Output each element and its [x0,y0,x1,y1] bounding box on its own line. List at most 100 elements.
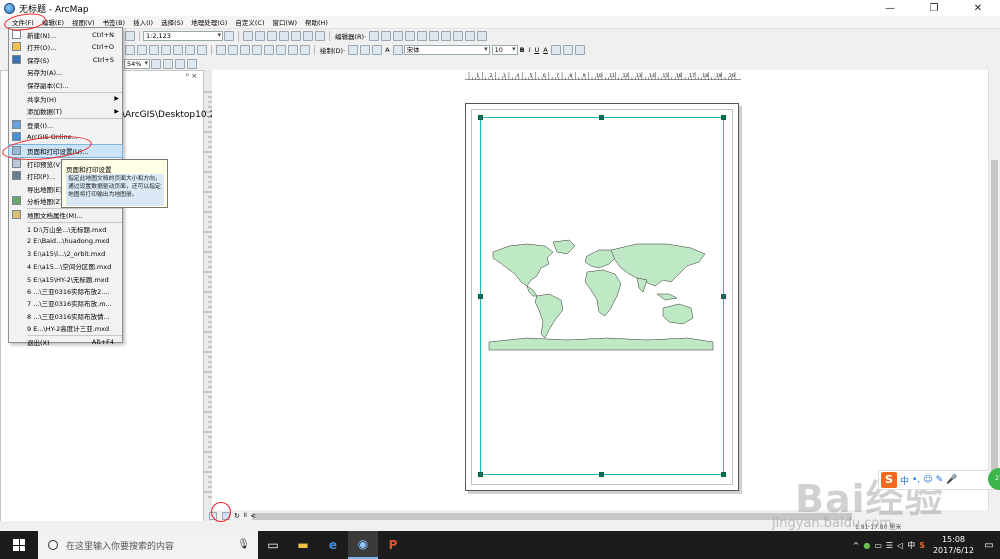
sogou-tray-icon[interactable]: S [919,541,925,550]
file-menu-item[interactable]: 4 E:\a15...\空间分区图.mxd [9,260,122,272]
close-button[interactable]: ✕ [956,0,1000,16]
horizontal-scroll-thumb[interactable] [252,513,852,520]
powerpoint-icon[interactable]: P [378,531,408,559]
file-explorer-icon[interactable]: ▬ [288,531,318,559]
resize-handle-s[interactable] [599,472,604,477]
rectangle-tool-icon[interactable] [372,45,383,55]
model-builder-icon[interactable] [303,31,313,41]
file-menu-item[interactable]: 6 ...\三亚0316实际布放2.... [9,285,122,297]
font-size-combo[interactable]: 10 [491,45,518,55]
refresh-icon[interactable]: ↻ [234,512,240,520]
file-menu-item[interactable]: 退出(X) Alt+F4 [9,336,122,348]
file-menu-item[interactable]: 7 ...\三亚0316实际布放.m... [9,297,122,309]
end-point-arc-icon[interactable] [405,31,416,41]
menu-help[interactable]: 帮助(H) [301,17,332,27]
zoom-whole-page-icon[interactable] [240,45,250,55]
underline-button[interactable]: U [535,46,540,54]
edge-browser-icon[interactable]: e [318,531,348,559]
ime-chinese-mode[interactable]: 中 [900,474,909,487]
input-language[interactable]: 中 [907,540,915,551]
layout-view-icon[interactable] [216,45,226,55]
table-of-contents-icon[interactable] [243,31,253,41]
fixed-zoom-out-icon[interactable] [276,45,286,55]
sketch-tool-icon[interactable] [381,31,392,41]
rotate-element-icon[interactable] [360,45,371,55]
identify-icon[interactable] [137,45,147,55]
fill-color-icon[interactable] [550,45,561,55]
line-color-icon[interactable] [562,45,573,55]
file-menu-item[interactable]: 共享为(H) ▶ [9,93,122,105]
file-menu-item[interactable]: 地图文档属性(M)... [9,209,122,221]
vertical-scrollbar[interactable] [988,70,1000,510]
attributes-icon[interactable] [453,31,464,41]
battery-icon[interactable]: ▭ [874,541,882,550]
ime-emoji-icon[interactable]: ☺ [923,475,932,485]
toggle-draft-mode-icon[interactable] [151,59,161,69]
file-menu-item[interactable]: 添加数据(T) ▶ [9,105,122,117]
minimize-button[interactable]: — [868,0,912,16]
network-icon[interactable]: ☰ [886,541,893,550]
tray-app-icon[interactable]: ● [863,541,870,550]
task-view-icon[interactable]: ▭ [258,531,288,559]
maximize-button[interactable]: ❐ [912,0,956,16]
editor-toolbar-icon[interactable] [224,31,234,41]
menu-selection[interactable]: 选择(S) [157,17,187,27]
select-arrow-icon[interactable] [348,45,359,55]
layout-zoom-combo[interactable]: 54% [124,59,150,69]
editor-menu[interactable]: 编辑器(R)· [335,31,366,41]
ime-voice-icon[interactable]: 🎤 [946,475,957,485]
map-scale-combo[interactable]: 1:2,123 [143,31,223,41]
measure-icon[interactable] [161,45,171,55]
file-menu-item[interactable]: 新建(N)... Ctrl+N [9,29,122,41]
resize-handle-nw[interactable] [478,115,483,120]
menu-customize[interactable]: 自定义(C) [231,17,268,27]
scroll-left-icon[interactable]: < [250,512,256,520]
straight-segment-icon[interactable] [393,31,404,41]
time-slider-icon[interactable] [197,45,207,55]
data-view-icon[interactable] [228,45,238,55]
menu-windows[interactable]: 窗口(W) [269,17,302,27]
add-data-icon[interactable] [125,31,135,41]
edit-tool-icon[interactable] [369,31,380,41]
file-menu-item[interactable]: 3 E:\a15\l...\2_orbit.mxd [9,248,122,260]
next-extent-icon[interactable] [300,45,310,55]
callout-icon[interactable] [392,45,403,55]
menu-insert[interactable]: 插入(I) [129,17,157,27]
taskbar-clock[interactable]: 15:08 2017/6/12 [933,534,974,556]
new-text-tool[interactable]: A [385,46,389,54]
resize-handle-ne[interactable] [721,115,726,120]
resize-handle-sw[interactable] [478,472,483,477]
trace-icon[interactable] [417,31,428,41]
bold-button[interactable]: B [520,46,525,54]
sogou-logo-icon[interactable]: S [881,472,897,488]
create-features-icon[interactable] [477,31,488,41]
data-driven-pages-icon[interactable] [187,59,197,69]
file-menu-item[interactable]: 保存(S) Ctrl+S [9,54,122,66]
arcmap-taskbar-icon[interactable]: ◉ [348,531,378,559]
file-menu-item[interactable]: 打开(O)... Ctrl+O [9,41,122,53]
resize-handle-n[interactable] [599,115,604,120]
sketch-properties-icon[interactable] [465,31,476,41]
marker-color-icon[interactable] [574,45,585,55]
resize-handle-w[interactable] [478,294,483,299]
ime-punctuation-icon[interactable]: •, [912,475,920,485]
zoom-100-icon[interactable] [252,45,262,55]
file-menu-item[interactable]: 保存副本(C)... [9,79,122,91]
volume-icon[interactable]: ◁ [897,541,903,550]
split-tool-icon[interactable] [429,31,440,41]
start-button[interactable] [0,531,38,559]
menu-geoprocessing[interactable]: 地理处理(G) [187,17,231,27]
italic-button[interactable]: I [529,46,531,54]
catalog-icon[interactable] [255,31,265,41]
resize-handle-se[interactable] [721,472,726,477]
python-window-icon[interactable] [291,31,301,41]
tray-overflow-icon[interactable]: ^ [853,541,860,550]
resize-handle-e[interactable] [721,294,726,299]
search-window-icon[interactable] [267,31,277,41]
vertical-scroll-thumb[interactable] [991,160,998,480]
font-name-combo[interactable]: 宋体 [403,45,490,55]
pause-drawing-icon[interactable]: ॥ [243,511,247,520]
help-icon[interactable] [315,31,325,41]
file-menu-item[interactable]: 另存为(A)... [9,66,122,78]
file-menu-item[interactable]: 8 ...\三亚0316实际布放情... [9,310,122,322]
